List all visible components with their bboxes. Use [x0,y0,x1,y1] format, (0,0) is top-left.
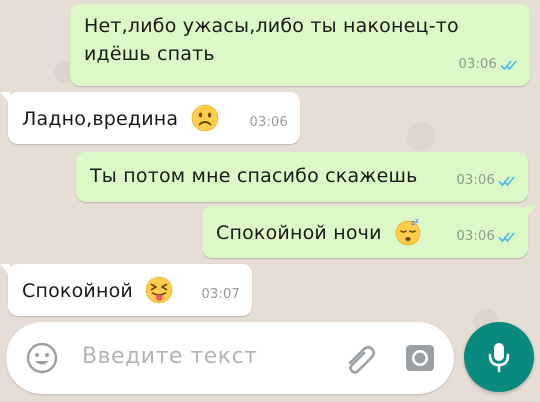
message-time: 03:06 [458,57,497,72]
bubble-tail [0,264,10,276]
message-meta: 03:07 [202,281,240,308]
svg-text:z: z [415,218,419,225]
message-time: 03:06 [249,115,288,130]
read-receipt-icon [498,175,515,186]
message-bubble-outgoing[interactable]: Нет,либо ужасы,либо ты наконец-то идёшь … [70,4,530,86]
message-time: 03:06 [456,173,495,188]
message-text: Нет,либо ужасы,либо ты наконец-то идёшь … [84,15,459,65]
message-text: Спокойной ночи z z [216,218,422,247]
paperclip-icon[interactable] [340,340,380,376]
message-meta: 03:06 [250,109,288,136]
message-meta: 03:06 [459,51,518,78]
voice-message-button[interactable] [464,322,534,392]
message-bubble-outgoing[interactable]: Спокойной ночи z z 03:06 [202,206,536,258]
message-bubble-outgoing[interactable]: Ты потом мне спасибо скажешь 03:06 [76,152,528,202]
message-meta: 03:06 [457,223,516,250]
message-meta: 03:06 [457,167,516,194]
message-bubble-incoming[interactable]: Ладно,вредина 03:06 [0,92,300,144]
bubble-tail [526,206,536,218]
message-input[interactable]: Введите текст [82,344,258,369]
camera-icon[interactable] [402,340,438,376]
sleeping-face-emoji: z z [395,218,421,246]
bubble-tail [0,92,10,104]
read-receipt-icon [498,231,515,242]
squinting-tongue-face-emoji [145,276,173,304]
message-text: Ты потом мне спасибо скажешь [90,165,418,187]
message-input-bar: Введите текст [6,322,454,394]
message-time: 03:06 [456,229,495,244]
frowning-face-emoji [191,104,218,132]
message-text: Ладно,вредина [22,104,219,133]
smiley-icon[interactable] [24,340,60,376]
message-bubble-incoming[interactable]: Спокойной 03:07 [0,264,252,316]
message-text: Спокойной [22,276,173,305]
message-time: 03:07 [201,287,240,302]
read-receipt-icon [500,59,517,70]
microphone-icon [488,343,510,373]
